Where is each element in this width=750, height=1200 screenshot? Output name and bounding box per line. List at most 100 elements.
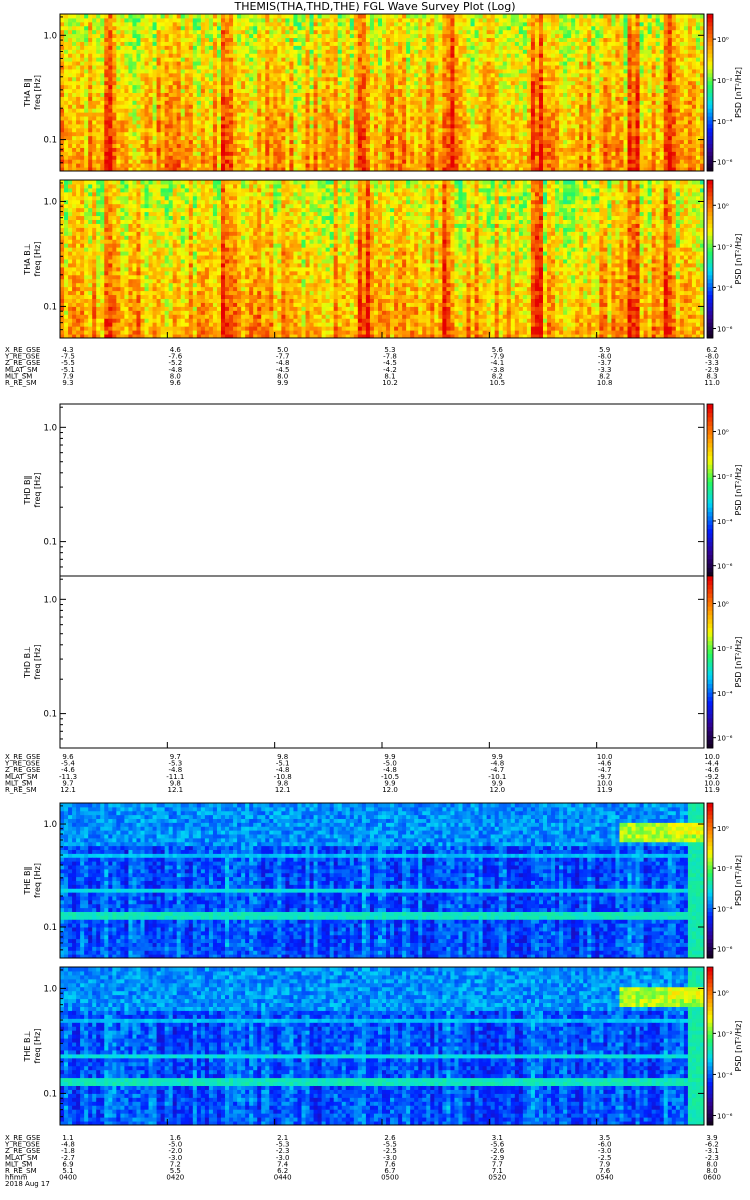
spectrogram-cell [325, 108, 331, 113]
spectrogram-cell [349, 76, 355, 82]
spectrogram-cell [494, 131, 500, 137]
spectrogram-cell [116, 65, 121, 70]
spectrogram-cell [377, 80, 383, 86]
spectrogram-cell [337, 65, 343, 70]
spectrogram-cell [160, 131, 166, 137]
spectrogram-cell [402, 119, 407, 125]
spectrogram-cell [245, 163, 250, 168]
spectrogram-cell [100, 92, 105, 97]
spectrogram-cell [269, 127, 274, 133]
spectrogram-cell [547, 45, 552, 50]
spectrogram-cell [144, 29, 150, 35]
spectrogram-cell [160, 37, 166, 42]
spectrogram-cell [108, 65, 113, 70]
spectrogram-cell [313, 100, 319, 105]
spectrogram-cell [502, 104, 508, 109]
spectrogram-cell [522, 127, 528, 133]
spectrogram-cell [321, 112, 327, 117]
spectrogram-cell [152, 163, 158, 168]
spectrogram-cell [329, 21, 335, 27]
spectrogram-cell [341, 76, 347, 82]
spectrogram-cell [510, 49, 516, 54]
spectrogram-cell [309, 14, 315, 19]
spectrogram-cell [176, 127, 182, 133]
spectrogram-cell [555, 80, 560, 86]
spectrogram-cell [196, 135, 202, 141]
spectrogram-cell [221, 108, 226, 113]
spectrogram-cell [192, 53, 198, 58]
spectrogram-cell [466, 45, 472, 50]
spectrogram-cell [289, 96, 294, 101]
spectrogram-cell [390, 29, 395, 35]
spectrogram-cell [225, 33, 230, 39]
spectrogram-cell [269, 104, 274, 109]
spectrogram-cell [60, 112, 65, 117]
spectrogram-cell [88, 163, 93, 168]
spectrogram-cell [551, 84, 556, 90]
spectrogram-cell [196, 163, 202, 168]
spectrogram-cell [418, 45, 423, 50]
spectrogram-cell [116, 116, 121, 121]
spectrogram-cell [325, 41, 331, 46]
spectrogram-cell [414, 65, 419, 70]
spectrogram-cell [317, 139, 323, 145]
spectrogram-cell [261, 68, 266, 74]
spectrogram-cell [281, 108, 286, 113]
spectrogram-cell [257, 53, 262, 58]
spectrogram-cell [144, 14, 150, 19]
spectrogram-cell [273, 68, 278, 74]
spectrogram-cell [96, 147, 101, 152]
spectrogram-cell [204, 135, 210, 141]
spectrogram-cell [386, 14, 391, 19]
spectrogram-cell [285, 151, 290, 156]
spectrogram-cell [430, 139, 435, 145]
spectrogram-cell [522, 159, 528, 164]
spectrogram-cell [261, 29, 266, 35]
spectrogram-cell [349, 61, 355, 66]
spectrogram-cell [325, 116, 331, 121]
spectrogram-cell [221, 135, 226, 141]
spectrogram-cell [88, 57, 93, 62]
spectrogram-cell [494, 116, 500, 121]
spectrogram-cell [216, 119, 222, 125]
spectrogram-cell [402, 57, 407, 62]
spectrogram-cell [180, 80, 186, 86]
spectrogram-cell [212, 151, 218, 156]
spectrogram-cell [160, 65, 166, 70]
spectrogram-cell [530, 65, 536, 70]
spectrogram-cell [297, 112, 303, 117]
spectrogram-cell [84, 41, 89, 46]
spectrogram-cell [466, 119, 472, 125]
spectrogram-cell [365, 112, 371, 117]
spectrogram-cell [317, 143, 323, 148]
spectrogram-cell [104, 57, 109, 62]
spectrogram-cell [559, 143, 564, 148]
spectrogram-cell [486, 96, 492, 101]
spectrogram-cell [365, 37, 371, 42]
spectrogram-cell [112, 61, 117, 66]
spectrogram-cell [430, 61, 435, 66]
spectrogram-cell [337, 131, 343, 137]
spectrogram-cell [132, 155, 137, 160]
spectrogram-cell [426, 92, 431, 97]
spectrogram-cell [92, 68, 97, 74]
spectrogram-cell [68, 88, 73, 93]
spectrogram-cell [514, 159, 520, 164]
spectrogram-cell [458, 80, 464, 86]
spectrogram-cell [221, 84, 226, 90]
spectrogram-cell [245, 155, 250, 160]
spectrogram-cell [486, 33, 492, 39]
spectrogram-cell [518, 17, 524, 23]
spectrogram-cell [309, 131, 315, 137]
spectrogram-cell [76, 53, 81, 58]
spectrogram-cell [269, 29, 274, 35]
spectrogram-cell [261, 155, 266, 160]
spectrogram-cell [450, 84, 455, 90]
spectrogram-cell [365, 33, 371, 39]
spectrogram-cell [301, 37, 307, 42]
spectrogram-cell [196, 76, 202, 82]
spectrogram-cell [92, 143, 97, 148]
spectrogram-cell [196, 21, 202, 27]
spectrogram-cell [341, 88, 347, 93]
spectrogram-cell [446, 76, 451, 82]
